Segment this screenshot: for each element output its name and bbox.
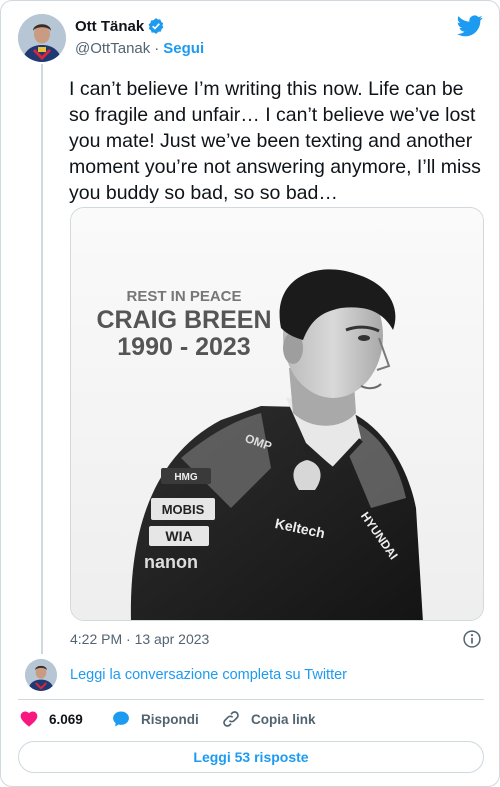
reply-bubble-icon — [113, 711, 129, 727]
heart-icon — [20, 711, 38, 727]
twitter-bird-icon[interactable] — [457, 15, 483, 37]
info-icon[interactable] — [462, 629, 482, 649]
like-count: 6.069 — [49, 711, 83, 727]
reply-label: Rispondi — [141, 711, 199, 727]
tweet-embed-card: Ott Tänak @OttTanak · Segui I can’t beli… — [0, 0, 500, 787]
reply-button[interactable]: Rispondi — [111, 709, 199, 729]
media-caption-rip: REST IN PEACE — [126, 288, 241, 305]
tweet-media-image[interactable]: REST IN PEACE CRAIG BREEN 1990 - 2023 HM… — [70, 207, 484, 621]
author-handle-row: @OttTanak · Segui — [75, 40, 204, 57]
author-handle[interactable]: @OttTanak — [75, 40, 150, 57]
tweet-timestamp[interactable]: 4:22 PM · 13 apr 2023 — [70, 631, 209, 647]
tweet-text: I can’t believe I’m writing this now. Li… — [69, 78, 481, 204]
verified-badge-icon — [148, 18, 164, 34]
copy-link-button[interactable]: Copia link — [221, 709, 316, 729]
read-full-conversation-link[interactable]: Leggi la conversazione completa su Twitt… — [70, 667, 347, 683]
media-caption-years: 1990 - 2023 — [117, 333, 250, 361]
author-name-row: Ott Tänak — [75, 17, 165, 35]
copy-link-label: Copia link — [251, 711, 316, 727]
sponsor-mobis-text: MOBIS — [162, 502, 205, 517]
divider — [18, 699, 484, 700]
link-icon — [223, 711, 239, 727]
thread-connector-line — [41, 64, 43, 654]
sponsor-nanon-text: nanon — [144, 552, 198, 572]
author-avatar-small[interactable] — [25, 659, 57, 691]
author-avatar[interactable] — [18, 14, 66, 62]
media-caption-name: CRAIG BREEN — [96, 306, 271, 334]
sponsor-hmg-text: HMG — [174, 472, 198, 483]
follow-button[interactable]: Segui — [163, 40, 204, 57]
read-replies-button[interactable]: Leggi 53 risposte — [18, 741, 484, 773]
read-replies-label: Leggi 53 risposte — [193, 749, 309, 765]
handle-separator: · — [154, 40, 160, 57]
author-name[interactable]: Ott Tänak — [75, 18, 144, 35]
sponsor-wia-text: WIA — [165, 528, 192, 544]
like-button[interactable]: 6.069 — [19, 709, 83, 729]
